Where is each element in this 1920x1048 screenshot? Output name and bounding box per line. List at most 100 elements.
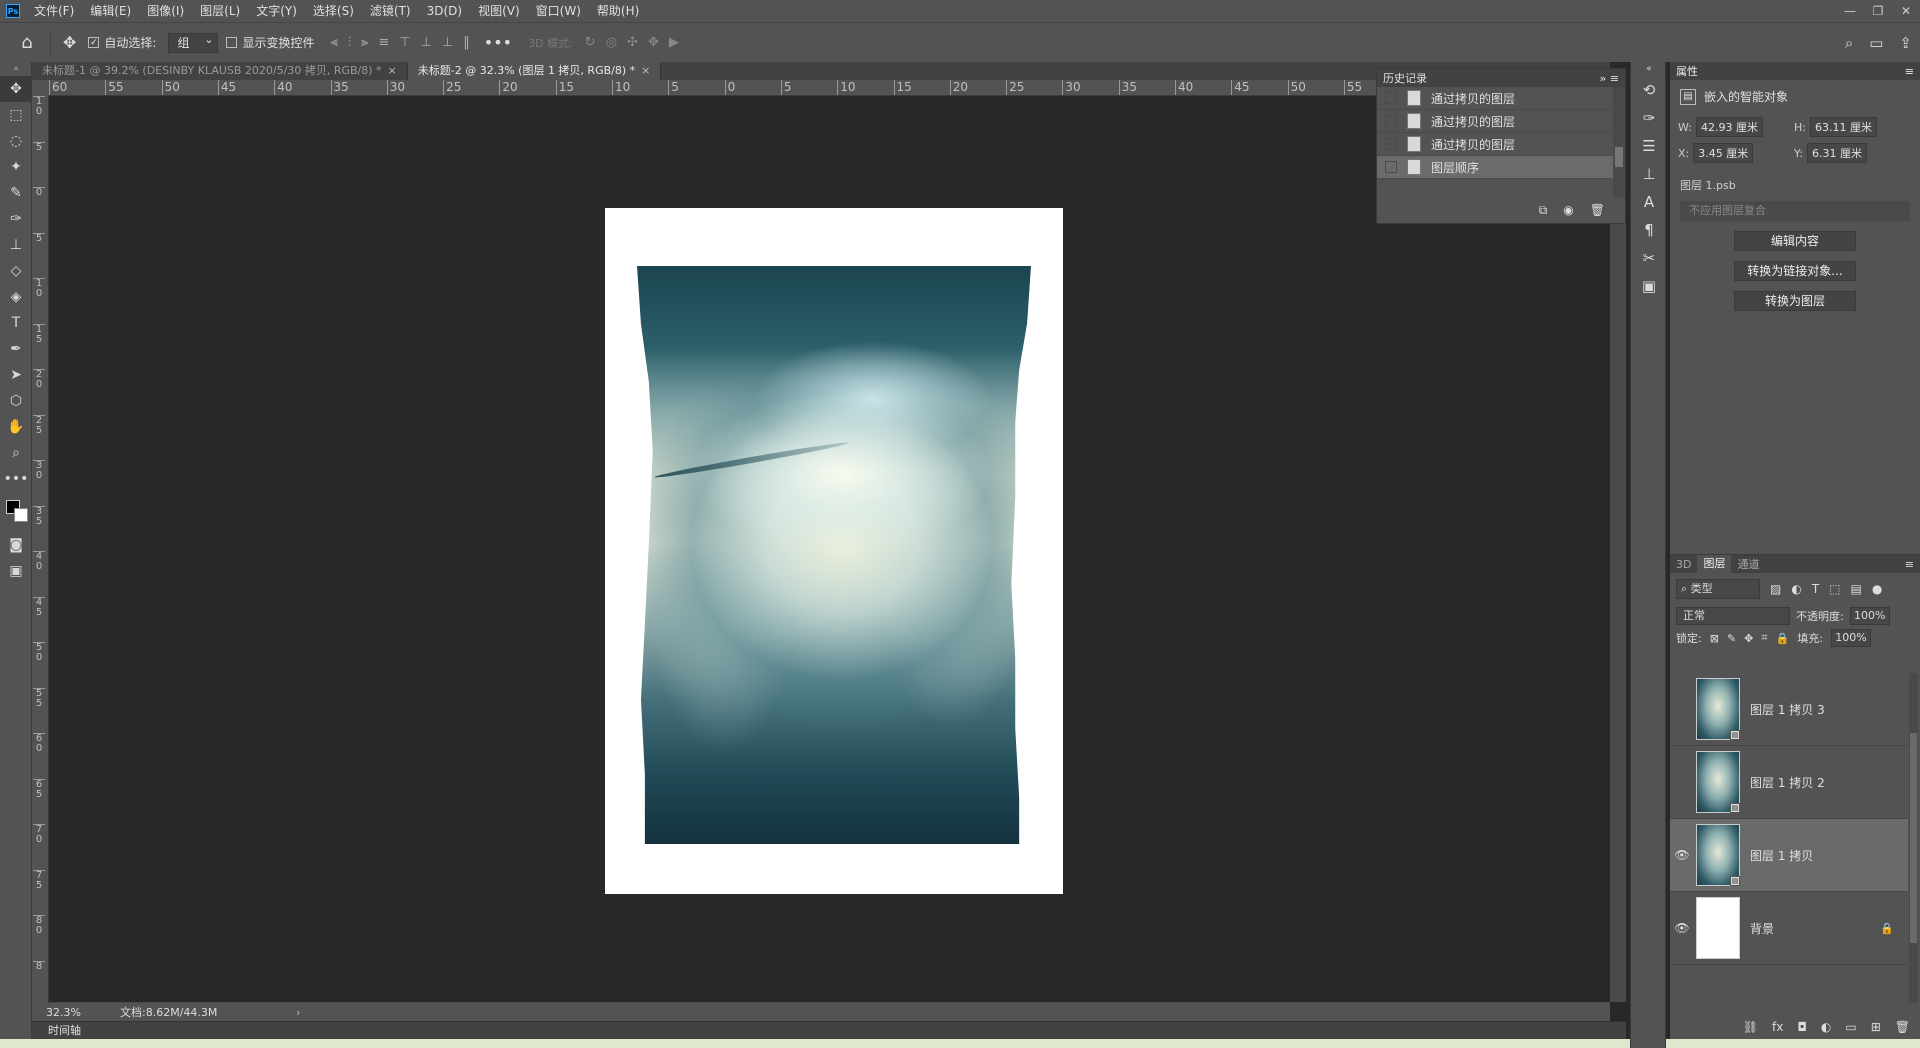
zoom-level[interactable]: 32.3% (32, 1006, 96, 1019)
shape-tool-icon[interactable]: ⬡ (0, 388, 32, 414)
timeline-panel-tab[interactable]: 时间轴 (32, 1021, 1626, 1039)
camera-3d-icon[interactable]: ▶ (669, 35, 679, 50)
history-item-active[interactable]: 图层顺序 (1377, 156, 1625, 179)
document-canvas[interactable] (605, 208, 1063, 894)
tab-layers[interactable]: 图层 (1697, 555, 1732, 573)
character-panel-icon[interactable]: A (1631, 188, 1667, 216)
panel-menu-icon[interactable]: ≡ (1905, 65, 1914, 78)
adjustments-icon[interactable]: ☰ (1631, 132, 1667, 160)
align-bottom-icon[interactable]: ⊥ (442, 35, 453, 50)
menu-view[interactable]: 视图(V) (470, 0, 528, 22)
panel-menu-icon[interactable]: » ≡ (1600, 72, 1619, 85)
drag-3d-icon[interactable]: ✣ (627, 35, 638, 50)
add-mask-icon[interactable]: ◘ (1797, 1020, 1807, 1034)
filter-kind-dropdown[interactable]: ⌕ 类型 (1676, 579, 1760, 599)
menu-image[interactable]: 图像(I) (139, 0, 192, 22)
close-icon[interactable]: × (388, 64, 397, 77)
menu-window[interactable]: 窗口(W) (528, 0, 589, 22)
collapse-icon[interactable]: » (0, 62, 32, 76)
distribute-v-icon[interactable]: ‖ (463, 35, 470, 50)
history-item[interactable]: 通过拷贝的图层 (1377, 87, 1625, 110)
chevron-right-icon[interactable]: › (296, 1006, 300, 1019)
align-hcenter-icon[interactable]: ⫶ (348, 35, 351, 50)
close-window-button[interactable]: ✕ (1892, 0, 1920, 22)
workspace-icon[interactable]: ▭ (1869, 34, 1883, 52)
quick-mask-icon[interactable]: ◙ (0, 532, 32, 558)
trash-icon[interactable]: 🗑 (1590, 203, 1605, 217)
tab-channels[interactable]: 通道 (1731, 556, 1765, 572)
history-item[interactable]: 通过拷贝的图层 (1377, 133, 1625, 156)
auto-select-checkbox[interactable]: ✓ 自动选择: (88, 34, 156, 51)
lock-transparent-icon[interactable]: ⊠ (1710, 632, 1719, 645)
3d-panel-icon[interactable]: ▣ (1631, 272, 1667, 300)
layers-scrollbar[interactable] (1909, 673, 1918, 1003)
brush-tool-icon[interactable]: ✑ (0, 206, 32, 232)
menu-edit[interactable]: 编辑(E) (82, 0, 139, 22)
menu-help[interactable]: 帮助(H) (589, 0, 647, 22)
layer-name[interactable]: 背景 (1750, 920, 1774, 937)
tab-3d[interactable]: 3D (1670, 558, 1697, 571)
fill-field[interactable]: 100% (1831, 629, 1871, 647)
vertical-ruler[interactable]: 1 0 5 0 5 1 0 1 5 2 0 2 5 3 0 3 5 4 0 4 5 5 0 5 5 6 0 6… (32, 96, 49, 1011)
distribute-h-icon[interactable]: ≡ (378, 35, 389, 50)
filter-type-icon[interactable]: T (1812, 582, 1819, 596)
filter-smart-object-icon[interactable]: ▤ (1851, 582, 1862, 596)
new-layer-icon[interactable]: ⊞ (1871, 1020, 1881, 1034)
share-icon[interactable]: ⇪ (1899, 34, 1912, 52)
lock-position-icon[interactable]: ✥ (1744, 632, 1753, 645)
layer-name[interactable]: 图层 1 拷贝 3 (1750, 701, 1825, 718)
type-tool-icon[interactable]: T (0, 310, 32, 336)
layer-row-selected[interactable]: 👁 ▤ 图层 1 拷贝 (1670, 819, 1908, 892)
lock-artboard-icon[interactable]: ⌗ (1761, 631, 1767, 645)
fx-icon[interactable]: fx (1772, 1020, 1783, 1034)
paint-bucket-icon[interactable]: ◈ (0, 284, 32, 310)
opacity-field[interactable]: 100% (1849, 607, 1890, 625)
align-right-icon[interactable]: ⫸ (361, 35, 368, 50)
hand-tool-icon[interactable]: ✋ (0, 414, 32, 440)
menu-type[interactable]: 文字(Y) (248, 0, 305, 22)
eraser-tool-icon[interactable]: ◇ (0, 258, 32, 284)
clone-source-icon[interactable]: ⊥ (1631, 160, 1667, 188)
screen-mode-icon[interactable]: ▣ (0, 558, 32, 584)
link-layers-icon[interactable]: ⛓ (1743, 1020, 1758, 1034)
convert-to-linked-button[interactable]: 转换为链接对象... (1734, 261, 1856, 281)
filter-shape-icon[interactable]: ⬚ (1829, 582, 1840, 596)
home-icon[interactable]: ⌂ (12, 28, 42, 58)
tools-preset-icon[interactable]: ✂ (1631, 244, 1667, 272)
minimize-button[interactable]: — (1836, 0, 1864, 22)
edit-contents-button[interactable]: 编辑内容 (1734, 231, 1856, 251)
roll-3d-icon[interactable]: ◎ (606, 35, 617, 50)
scrollbar-thumb[interactable] (1615, 147, 1623, 167)
eye-icon[interactable]: 👁 (1670, 921, 1694, 935)
new-document-from-state-icon[interactable]: ⧉ (1539, 203, 1548, 218)
filter-toggle-icon[interactable]: ● (1872, 582, 1882, 596)
stamp-tool-icon[interactable]: ⊥ (0, 232, 32, 258)
search-icon[interactable]: ⌕ (1845, 34, 1853, 52)
trash-icon[interactable]: 🗑 (1895, 1020, 1910, 1034)
layer-row-background[interactable]: 👁 背景 🔒 (1670, 892, 1908, 965)
move-tool-preset-icon[interactable]: ✥ (59, 33, 80, 52)
blend-mode-dropdown[interactable]: 正常 (1676, 607, 1790, 625)
width-field[interactable]: 42.93 厘米 (1695, 117, 1763, 137)
more-options-icon[interactable]: ••• (484, 33, 512, 52)
menu-layer[interactable]: 图层(L) (192, 0, 248, 22)
filter-pixel-icon[interactable]: ▨ (1770, 582, 1781, 596)
layer-comp-dropdown[interactable]: 不应用图层复合 (1680, 201, 1910, 221)
menu-file[interactable]: 文件(F) (26, 0, 82, 22)
brush-settings-icon[interactable]: ✑ (1631, 104, 1667, 132)
orbit-3d-icon[interactable]: ↻ (585, 35, 596, 50)
history-panel-icon[interactable]: ⟲ (1631, 76, 1667, 104)
close-icon[interactable]: × (641, 64, 650, 77)
history-scrollbar[interactable] (1613, 87, 1625, 197)
pen-tool-icon[interactable]: ✒ (0, 336, 32, 362)
snapshot-camera-icon[interactable]: ◉ (1563, 203, 1573, 217)
layer-row[interactable]: ▤ 图层 1 拷贝 3 (1670, 673, 1908, 746)
layer-row[interactable]: ▤ 图层 1 拷贝 2 (1670, 746, 1908, 819)
history-item[interactable]: 通过拷贝的图层 (1377, 110, 1625, 133)
magic-wand-icon[interactable]: ✦ (0, 154, 32, 180)
collapse-icon[interactable]: « (1631, 62, 1667, 76)
background-color-swatch[interactable] (14, 508, 28, 522)
paragraph-panel-icon[interactable]: ¶ (1631, 216, 1667, 244)
lock-image-icon[interactable]: ✎ (1727, 632, 1736, 645)
height-field[interactable]: 63.11 厘米 (1809, 117, 1877, 137)
